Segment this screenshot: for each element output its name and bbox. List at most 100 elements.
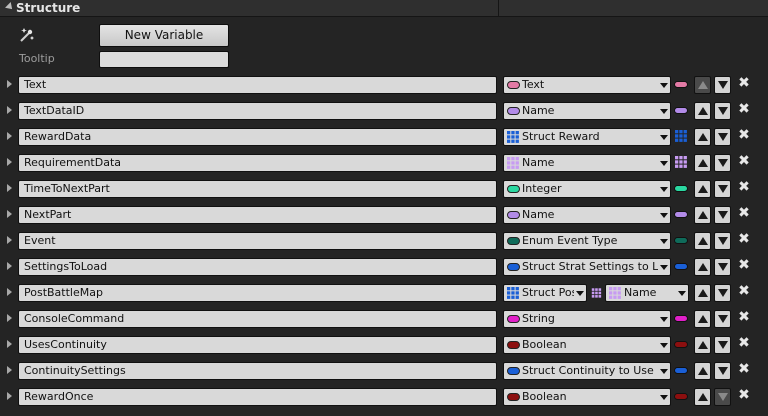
variable-type-dropdown[interactable]: String [503, 310, 671, 328]
delete-icon[interactable]: ✖ [738, 154, 750, 168]
variable-type-dropdown[interactable]: Text [503, 76, 671, 94]
variable-type-label: Struct Strat Settings to Loa [522, 260, 658, 273]
new-variable-button[interactable]: New Variable [99, 24, 229, 47]
container-type-icon[interactable] [674, 185, 688, 192]
variable-type-dropdown[interactable]: Name [503, 102, 671, 120]
move-up-button[interactable] [694, 388, 711, 406]
expand-arrow-icon[interactable] [7, 158, 12, 166]
container-type-icon[interactable] [674, 393, 688, 400]
container-type-icon[interactable] [674, 367, 688, 374]
move-up-button[interactable] [694, 284, 711, 302]
expand-arrow-icon[interactable] [7, 288, 12, 296]
container-type-icon[interactable] [674, 237, 688, 244]
move-down-button[interactable] [714, 388, 731, 406]
container-type-icon[interactable] [674, 81, 688, 88]
variable-type-dropdown[interactable]: Boolean [503, 336, 671, 354]
structure-header[interactable]: Structure [0, 0, 768, 17]
container-type-icon[interactable] [674, 315, 688, 322]
container-type-icon[interactable] [674, 211, 688, 218]
variable-name-field[interactable]: Event [18, 232, 497, 250]
move-up-button[interactable] [694, 258, 711, 276]
delete-icon[interactable]: ✖ [738, 362, 750, 376]
variable-name-field[interactable]: SettingsToLoad [18, 258, 497, 276]
container-type-icon[interactable] [674, 107, 688, 114]
variable-name-field[interactable]: RequirementData [18, 154, 497, 172]
expand-arrow-icon[interactable] [7, 366, 12, 374]
arrow-down-icon [718, 315, 728, 323]
delete-icon[interactable]: ✖ [738, 310, 750, 324]
variable-name-field[interactable]: UsesContinuity [18, 336, 497, 354]
variable-name-field[interactable]: PostBattleMap [18, 284, 497, 302]
variable-row: SettingsToLoad Struct Strat Settings to L… [0, 255, 768, 281]
expand-arrow-icon[interactable] [7, 314, 12, 322]
variable-type-dropdown[interactable]: Enum Event Type [503, 232, 671, 250]
move-down-button[interactable] [714, 310, 731, 328]
variable-name-field[interactable]: RewardData [18, 128, 497, 146]
expand-arrow-icon[interactable] [7, 340, 12, 348]
move-down-button[interactable] [714, 232, 731, 250]
variable-name-field[interactable]: RewardOnce [18, 388, 497, 406]
move-up-button[interactable] [694, 154, 711, 172]
arrow-up-icon [698, 315, 708, 323]
delete-icon[interactable]: ✖ [738, 206, 750, 220]
expand-arrow-icon[interactable] [7, 392, 12, 400]
move-up-button[interactable] [694, 232, 711, 250]
variable-type-dropdown[interactable]: Struct Strat Settings to Loa [503, 258, 671, 276]
variable-type-dropdown[interactable]: Integer [503, 180, 671, 198]
move-down-button[interactable] [714, 336, 731, 354]
delete-icon[interactable]: ✖ [738, 102, 750, 116]
delete-icon[interactable]: ✖ [738, 76, 750, 90]
move-up-button[interactable] [694, 76, 711, 94]
delete-icon[interactable]: ✖ [738, 232, 750, 246]
variable-name-field[interactable]: NextPart [18, 206, 497, 224]
move-up-button[interactable] [694, 336, 711, 354]
variable-type-dropdown[interactable]: Boolean [503, 388, 671, 406]
variable-name-field[interactable]: ConsoleCommand [18, 310, 497, 328]
move-down-button[interactable] [714, 284, 731, 302]
move-down-button[interactable] [714, 102, 731, 120]
container-type-icon[interactable] [674, 341, 688, 348]
variable-name-field[interactable]: TextDataID [18, 102, 497, 120]
move-down-button[interactable] [714, 362, 731, 380]
container-type-icon[interactable] [674, 155, 688, 169]
variable-type-dropdown[interactable]: Name [503, 154, 671, 172]
variable-name-field[interactable]: ContinuitySettings [18, 362, 497, 380]
variable-type-dropdown[interactable]: Struct Reward [503, 128, 671, 146]
delete-icon[interactable]: ✖ [738, 336, 750, 350]
move-down-button[interactable] [714, 258, 731, 276]
variable-type-dropdown[interactable]: Name [503, 206, 671, 224]
move-down-button[interactable] [714, 128, 731, 146]
move-up-button[interactable] [694, 128, 711, 146]
move-up-button[interactable] [694, 362, 711, 380]
key-type-dropdown[interactable]: Struct Pos [503, 284, 587, 302]
move-down-button[interactable] [714, 206, 731, 224]
delete-icon[interactable]: ✖ [738, 388, 750, 402]
variable-name-field[interactable]: Text [18, 76, 497, 94]
delete-icon[interactable]: ✖ [738, 128, 750, 142]
expand-arrow-icon[interactable] [7, 210, 12, 218]
move-up-button[interactable] [694, 180, 711, 198]
delete-icon[interactable]: ✖ [738, 284, 750, 298]
tooltip-input[interactable] [99, 51, 229, 68]
expand-arrow-icon[interactable] [7, 262, 12, 270]
delete-icon[interactable]: ✖ [738, 258, 750, 272]
move-down-button[interactable] [714, 180, 731, 198]
move-down-button[interactable] [714, 76, 731, 94]
column-divider[interactable] [498, 0, 499, 17]
variable-type-dropdown[interactable]: Struct Continuity to Use [503, 362, 671, 380]
move-up-button[interactable] [694, 206, 711, 224]
expand-arrow-icon[interactable] [7, 80, 12, 88]
variable-name-field[interactable]: TimeToNextPart [18, 180, 497, 198]
collapse-arrow-icon[interactable] [5, 2, 15, 12]
delete-icon[interactable]: ✖ [738, 180, 750, 194]
expand-arrow-icon[interactable] [7, 106, 12, 114]
expand-arrow-icon[interactable] [7, 236, 12, 244]
move-up-button[interactable] [694, 310, 711, 328]
expand-arrow-icon[interactable] [7, 184, 12, 192]
container-type-icon[interactable] [674, 129, 688, 143]
value-type-dropdown[interactable]: Name [605, 284, 689, 302]
expand-arrow-icon[interactable] [7, 132, 12, 140]
move-up-button[interactable] [694, 102, 711, 120]
move-down-button[interactable] [714, 154, 731, 172]
container-type-icon[interactable] [674, 263, 688, 270]
